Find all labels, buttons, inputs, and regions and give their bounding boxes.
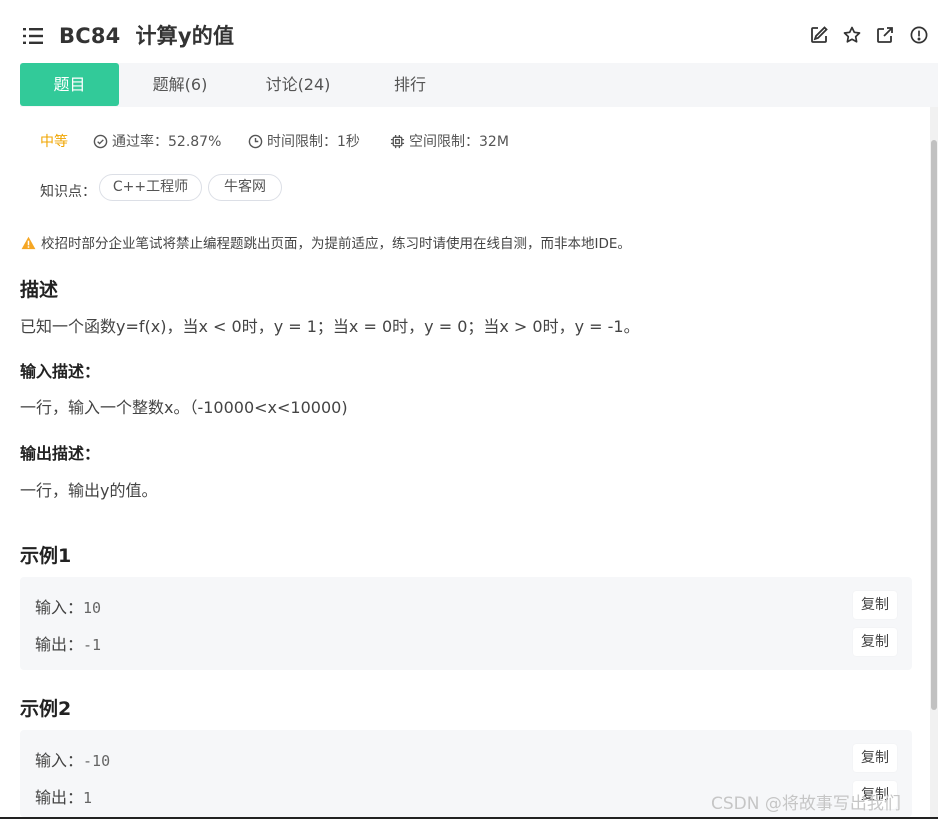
example-input-label: 输入： xyxy=(35,751,84,770)
clock-icon xyxy=(248,134,263,149)
input-desc-heading: 输入描述： xyxy=(20,362,101,381)
tab-ranking[interactable]: 排行 xyxy=(380,63,440,106)
notice-text: 校招时部分企业笔试将禁止编程题跳出页面，为提前适应，练习时请使用在线自测，而非本… xyxy=(41,236,631,252)
copy-output-button[interactable]: 复制 xyxy=(853,628,897,656)
pass-rate: 通过率：52.87% xyxy=(93,131,221,151)
knowledge-label: 知识点： xyxy=(40,184,96,200)
output-desc-text: 一行，输出y的值。 xyxy=(20,481,158,500)
list-menu-icon[interactable] xyxy=(23,27,43,45)
problem-header: BC84 计算y的值 xyxy=(0,0,938,62)
description-text: 已知一个函数y=f(x)，当x < 0时，y = 1；当x = 0时，y = 0… xyxy=(20,317,640,336)
description-heading: 描述 xyxy=(20,279,59,301)
space-limit: 空间限制：32M xyxy=(390,131,509,151)
time-limit-text: 时间限制：1秒 xyxy=(267,134,360,150)
star-icon[interactable] xyxy=(843,26,861,44)
exam-notice: 校招时部分企业笔试将禁止编程题跳出页面，为提前适应，练习时请使用在线自测，而非本… xyxy=(21,232,631,252)
csdn-watermark: CSDN @将故事写出我们 xyxy=(711,794,901,814)
space-limit-text: 空间限制：32M xyxy=(409,134,509,150)
example-1-output: 输出：-1 xyxy=(35,631,101,655)
time-limit: 时间限制：1秒 xyxy=(248,131,360,151)
example-1-heading: 示例1 xyxy=(20,545,72,567)
tab-bar: 题目 题解(6) 讨论(24) 排行 xyxy=(20,63,938,107)
example-output-value: 1 xyxy=(83,789,93,807)
example-1-box: 输入：10 复制 输出：-1 复制 xyxy=(20,577,912,670)
example-input-label: 输入： xyxy=(35,598,84,617)
example-1-input: 输入：10 xyxy=(35,594,101,618)
example-input-value: -10 xyxy=(83,752,111,770)
tag-nowcoder[interactable]: 牛客网 xyxy=(208,174,282,201)
example-input-value: 10 xyxy=(83,599,102,617)
tag-cpp-engineer[interactable]: C++工程师 xyxy=(99,174,202,201)
copy-input-button[interactable]: 复制 xyxy=(853,744,897,772)
example-2-input: 输入：-10 xyxy=(35,747,110,771)
external-link-icon[interactable] xyxy=(876,26,894,44)
output-desc-heading: 输出描述： xyxy=(20,444,101,463)
scrollbar-thumb[interactable] xyxy=(931,140,937,710)
difficulty-badge: 中等 xyxy=(40,134,68,150)
warning-icon xyxy=(21,236,36,250)
pass-rate-text: 通过率：52.87% xyxy=(112,134,222,150)
copy-input-button[interactable]: 复制 xyxy=(853,591,897,619)
tab-problem[interactable]: 题目 xyxy=(20,63,119,106)
example-2-heading: 示例2 xyxy=(20,698,72,720)
example-2-output: 输出：1 xyxy=(35,784,92,808)
example-output-value: -1 xyxy=(83,636,102,654)
input-desc-text: 一行，输入一个整数x。（-10000<x<10000) xyxy=(20,398,348,417)
example-output-label: 输出： xyxy=(35,788,84,807)
tab-solutions[interactable]: 题解(6) xyxy=(135,63,225,106)
check-circle-icon xyxy=(93,134,108,149)
chip-icon xyxy=(390,134,405,149)
tab-discussion[interactable]: 讨论(24) xyxy=(248,63,348,106)
example-output-label: 输出： xyxy=(35,635,84,654)
report-icon[interactable] xyxy=(910,26,928,44)
problem-title: BC84 计算y的值 xyxy=(59,24,235,48)
edit-icon[interactable] xyxy=(810,26,828,44)
